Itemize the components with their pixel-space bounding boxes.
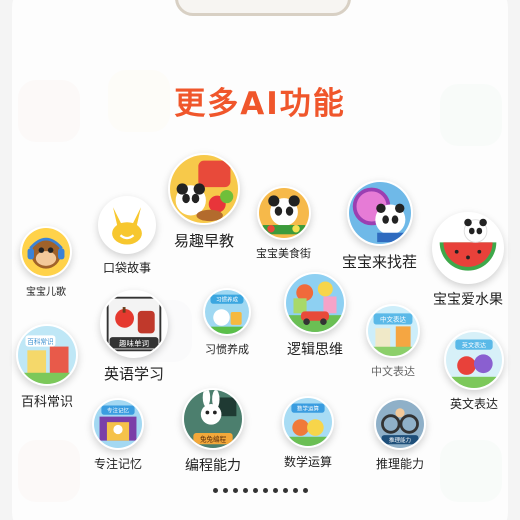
app-label: 宝宝爱水果 xyxy=(433,292,503,308)
icon-badge-text: 数学运算 xyxy=(297,404,320,412)
icon-badge-text: 英文表达 xyxy=(462,341,486,349)
icon-badge-text: 百科常识 xyxy=(27,337,54,346)
pagination-dot[interactable] xyxy=(212,488,218,493)
car-town-icon xyxy=(284,272,346,334)
habit-cartoon-icon: 习惯养成 xyxy=(203,288,251,336)
app-yingyu-xuexi[interactable]: 趣味单词 英语学习 xyxy=(100,290,168,384)
icon-badge-text: 习惯养成 xyxy=(216,295,239,303)
panda-fruit-basket-icon xyxy=(168,153,240,225)
pagination-dot[interactable] xyxy=(222,488,228,493)
chinese-expression-icon: 中文表达 xyxy=(366,304,420,358)
app-biancheng-nengli[interactable]: 兔兔编程 编程能力 xyxy=(182,388,244,475)
encyclopedia-icon: 百科常识 xyxy=(16,324,78,386)
app-label: 中文表达 xyxy=(371,365,415,378)
apple-words-icon: 趣味单词 xyxy=(100,290,168,358)
app-label: 易趣早教 xyxy=(173,232,234,250)
panda-watermelon-icon xyxy=(432,212,504,284)
english-expression-icon: 英文表达 xyxy=(444,330,504,390)
app-luoji-siwei[interactable]: 逻辑思维 xyxy=(284,272,346,359)
app-label: 宝宝美食街 xyxy=(256,247,311,260)
icon-badge-text: 专注记忆 xyxy=(107,406,130,414)
app-label: 编程能力 xyxy=(185,458,241,474)
pagination-dot[interactable] xyxy=(282,488,288,493)
pagination-dots[interactable] xyxy=(0,488,520,493)
icon-badge-text: 中文表达 xyxy=(380,315,406,324)
app-koudai-gushi[interactable]: 口袋故事 xyxy=(98,196,156,276)
app-label: 口袋故事 xyxy=(102,261,151,275)
page-title: 更多AI功能 xyxy=(174,86,346,122)
memory-stage-icon: 专注记忆 xyxy=(92,398,144,450)
app-zhuanzhu-jiyi[interactable]: 专注记忆 专注记忆 xyxy=(92,398,144,472)
pagination-dot[interactable] xyxy=(302,488,308,493)
icon-badge-text: 兔兔编程 xyxy=(200,434,227,443)
app-label: 数学运算 xyxy=(283,455,332,469)
app-label: 英语学习 xyxy=(103,365,164,383)
pagination-dot[interactable] xyxy=(252,488,258,493)
app-zhongwen-biaoda[interactable]: 中文表达 中文表达 xyxy=(366,304,420,379)
pagination-dot[interactable] xyxy=(262,488,268,493)
yellow-bunny-icon xyxy=(98,196,156,254)
app-baobao-meishijie[interactable]: 宝宝美食街 xyxy=(256,186,311,261)
pagination-dot[interactable] xyxy=(232,488,238,493)
app-screen: 更多AI功能 易趣早教 宝宝美食街 宝宝来找茬 口袋故事 宝宝儿歌 宝宝爱水果 … xyxy=(0,0,520,520)
app-label: 习惯养成 xyxy=(205,343,249,356)
app-label: 推理能力 xyxy=(375,457,424,471)
panda-magnifier-icon xyxy=(346,180,413,246)
app-label: 百科常识 xyxy=(20,395,73,410)
app-label: 专注记忆 xyxy=(93,457,142,471)
panda-chef-icon xyxy=(256,186,311,240)
app-label: 宝宝来找茬 xyxy=(342,253,418,271)
app-label: 宝宝儿歌 xyxy=(26,287,66,298)
app-tuili-nengli[interactable]: 推理能力 推理能力 xyxy=(374,398,426,472)
app-label: 逻辑思维 xyxy=(287,342,343,358)
monkey-headphones-icon xyxy=(20,226,72,278)
app-yiqu-zaojiao[interactable]: 易趣早教 xyxy=(168,153,240,251)
math-cartoon-icon: 数学运算 xyxy=(282,396,334,448)
app-xiguan-yangcheng[interactable]: 习惯养成 习惯养成 xyxy=(203,288,251,357)
top-handle xyxy=(175,0,351,16)
app-baike-changshi[interactable]: 百科常识 百科常识 xyxy=(16,324,78,410)
app-shuxue-yunsuan[interactable]: 数学运算 数学运算 xyxy=(282,396,334,470)
app-baobao-aishuiguo[interactable]: 宝宝爱水果 xyxy=(432,212,504,309)
pagination-dot[interactable] xyxy=(292,488,298,493)
rabbit-teacher-icon: 兔兔编程 xyxy=(182,388,244,450)
app-yingwen-biaoda[interactable]: 英文表达 英文表达 xyxy=(444,330,504,412)
app-baobao-erge[interactable]: 宝宝儿歌 xyxy=(20,226,72,298)
pagination-dot[interactable] xyxy=(272,488,278,493)
app-label: 英文表达 xyxy=(449,397,498,411)
icon-badge-text: 趣味单词 xyxy=(119,338,149,348)
bike-reasoning-icon: 推理能力 xyxy=(374,398,426,450)
app-baobao-laizhaocha[interactable]: 宝宝来找茬 xyxy=(342,180,417,272)
icon-badge-text: 推理能力 xyxy=(389,436,411,444)
pagination-dot[interactable] xyxy=(242,488,248,493)
